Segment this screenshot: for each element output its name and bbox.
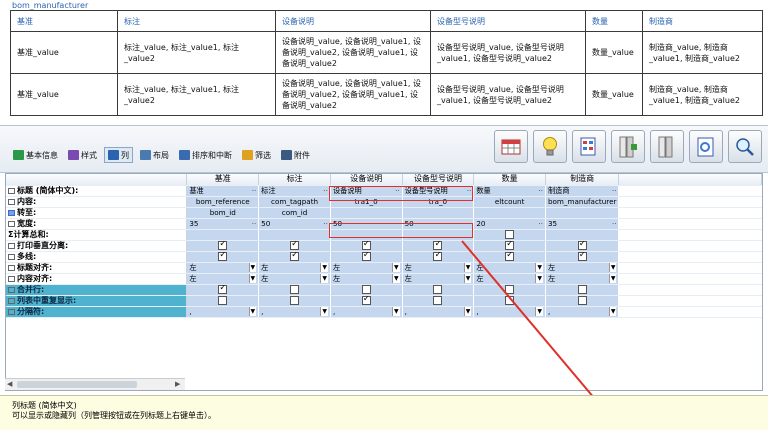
help-panel: 列标题 (简体中文) 可以显示或隐藏列（列管理按钮或在列标题上右键单击）。 xyxy=(0,395,768,430)
annotation-arrow xyxy=(461,240,604,412)
help-text: 可以显示或隐藏列（列管理按钮或在列标题上右键单击）。 xyxy=(12,411,216,420)
